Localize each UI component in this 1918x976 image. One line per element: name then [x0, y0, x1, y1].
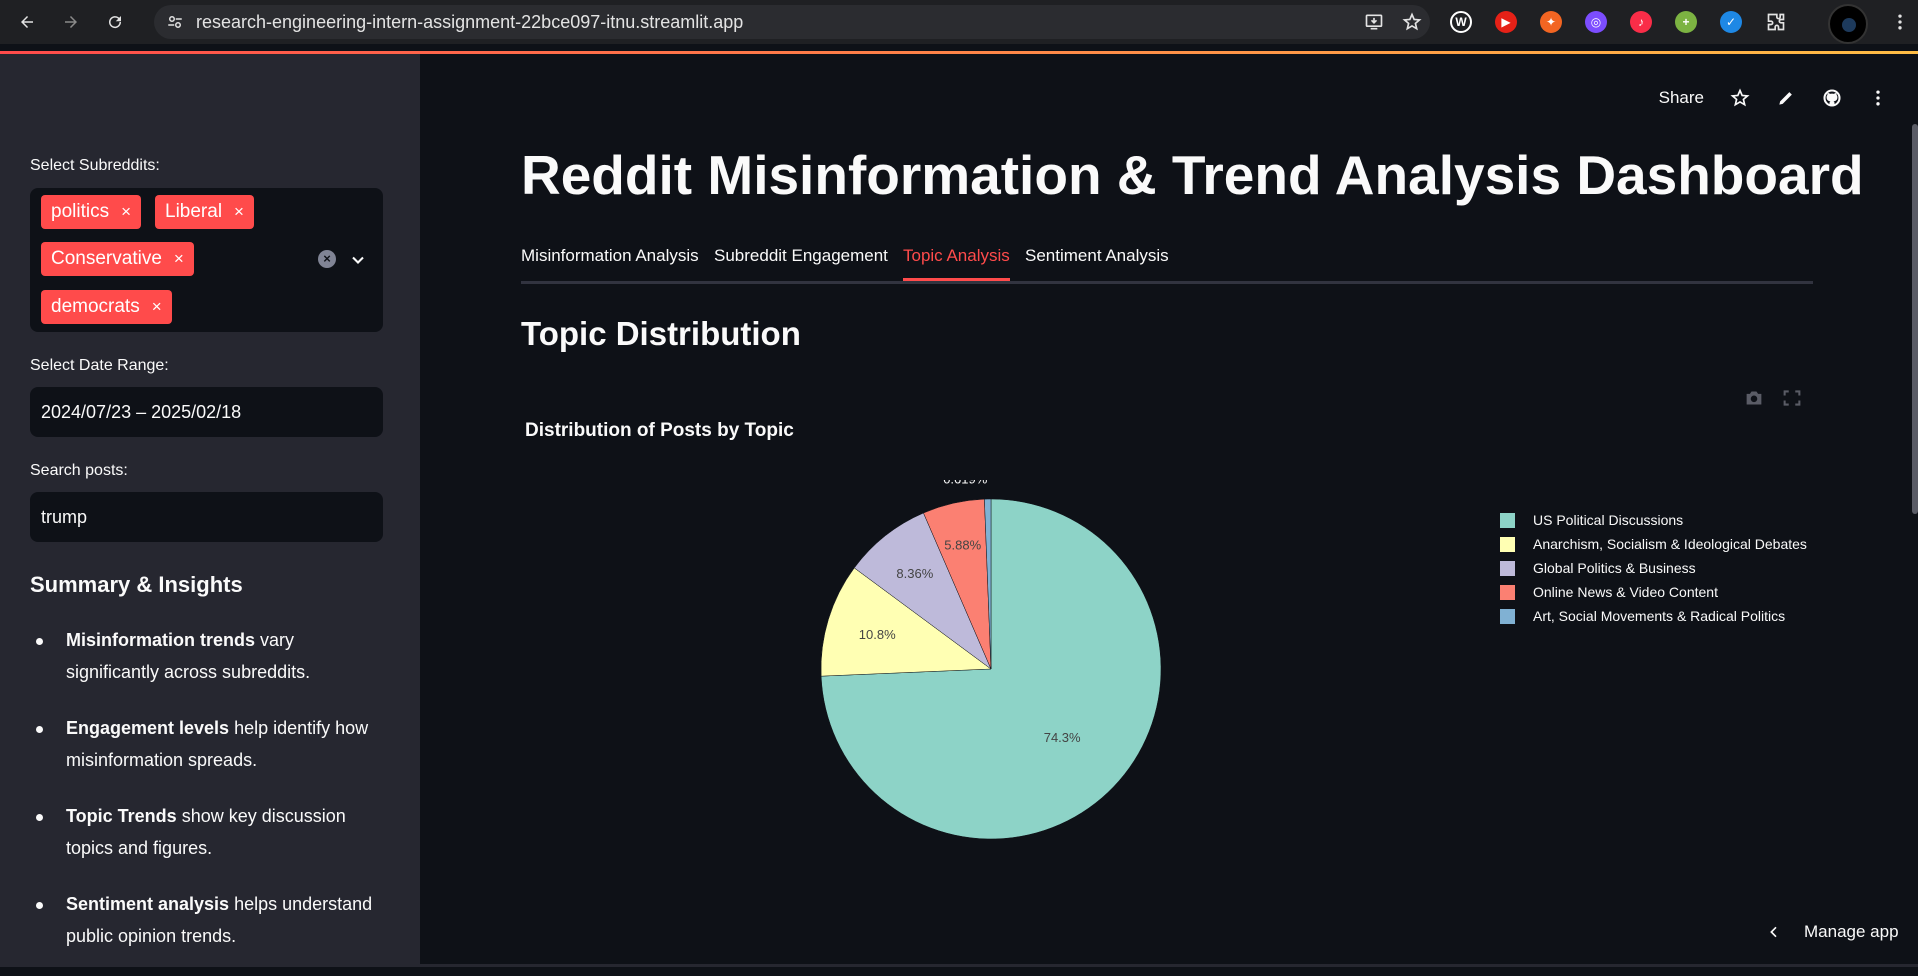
- legend-label: Anarchism, Socialism & Ideological Debat…: [1533, 536, 1807, 552]
- back-button[interactable]: [5, 0, 49, 44]
- chevron-down-icon[interactable]: [348, 250, 368, 270]
- insights-list: Misinformation trends vary significantly…: [30, 624, 390, 976]
- search-label: Search posts:: [30, 462, 128, 479]
- list-item: Sentiment analysis helps understand publ…: [30, 888, 390, 952]
- subreddits-label: Select Subreddits:: [30, 157, 160, 174]
- insights-heading: Summary & Insights: [30, 572, 243, 597]
- legend-item[interactable]: Art, Social Movements & Radical Politics: [1500, 604, 1807, 628]
- profile-avatar[interactable]: [1828, 4, 1868, 44]
- install-app-icon[interactable]: [1364, 12, 1384, 32]
- ext-orange-icon[interactable]: ✦: [1540, 11, 1562, 33]
- subreddit-tag-conservative[interactable]: Conservative ×: [41, 242, 194, 276]
- address-bar[interactable]: research-engineering-intern-assignment-2…: [154, 5, 1430, 39]
- forward-button[interactable]: [49, 0, 93, 44]
- tab-misinformation-analysis[interactable]: Misinformation Analysis: [521, 246, 699, 281]
- pie-data-label: 10.8%: [859, 627, 896, 642]
- extensions-puzzle-icon[interactable]: [1765, 11, 1787, 33]
- tab-bar: Misinformation Analysis Subreddit Engage…: [521, 240, 1813, 284]
- manage-app-button[interactable]: Manage app: [1766, 922, 1899, 942]
- legend-item[interactable]: Global Politics & Business: [1500, 556, 1807, 580]
- pie-data-label: 0.619%: [943, 480, 988, 487]
- reload-button[interactable]: [93, 0, 137, 44]
- app-menu-icon[interactable]: [1868, 88, 1888, 108]
- legend-label: Global Politics & Business: [1533, 560, 1696, 576]
- site-info-icon[interactable]: [158, 5, 192, 39]
- remove-tag-icon[interactable]: ×: [152, 297, 162, 317]
- youtube-icon[interactable]: ▶: [1495, 11, 1517, 33]
- list-item: Topic Trends show key discussion topics …: [30, 800, 390, 864]
- edit-pencil-icon[interactable]: [1776, 88, 1796, 108]
- pie-data-label: 8.36%: [896, 566, 933, 581]
- remove-tag-icon[interactable]: ×: [174, 249, 184, 269]
- arrow-right-icon: [65, 16, 77, 28]
- subreddit-tag-democrats[interactable]: democrats ×: [41, 290, 172, 324]
- ext-blue-icon[interactable]: ✓: [1720, 11, 1742, 33]
- chart-title: Distribution of Posts by Topic: [525, 420, 794, 441]
- date-range-label: Select Date Range:: [30, 357, 169, 374]
- subreddits-multiselect[interactable]: politics × Liberal × Conservative × democra…: [30, 188, 383, 332]
- w-icon[interactable]: W: [1450, 11, 1472, 33]
- arrow-left-icon: [21, 16, 33, 28]
- chart-legend: US Political Discussions Anarchism, Socia…: [1500, 508, 1807, 628]
- share-button[interactable]: Share: [1659, 88, 1704, 108]
- subreddit-tag-politics[interactable]: politics ×: [41, 195, 142, 229]
- scrollbar[interactable]: [1912, 124, 1918, 514]
- search-input[interactable]: trump: [30, 492, 383, 542]
- pie-chart: 74.3% 10.8% 8.36% 5.88% 0.619%: [820, 480, 1162, 840]
- github-icon[interactable]: [1822, 88, 1842, 108]
- legend-swatch: [1500, 608, 1515, 624]
- url-text: research-engineering-intern-assignment-2…: [196, 11, 744, 32]
- camera-icon[interactable]: [1744, 389, 1764, 407]
- chevron-left-icon: [1770, 926, 1777, 938]
- tab-subreddit-engagement[interactable]: Subreddit Engagement: [714, 246, 888, 281]
- subreddit-tag-liberal[interactable]: Liberal ×: [155, 195, 254, 229]
- tab-sentiment-analysis[interactable]: Sentiment Analysis: [1025, 246, 1169, 281]
- star-icon[interactable]: [1730, 88, 1750, 108]
- legend-item[interactable]: US Political Discussions: [1500, 508, 1807, 532]
- section-title: Topic Distribution: [521, 315, 801, 352]
- legend-label: Art, Social Movements & Radical Politics: [1533, 608, 1786, 624]
- legend-swatch: [1500, 512, 1515, 528]
- legend-swatch: [1500, 536, 1515, 552]
- reload-icon: [109, 16, 122, 29]
- browser-toolbar: research-engineering-intern-assignment-2…: [0, 0, 1918, 44]
- legend-swatch: [1500, 560, 1515, 576]
- browser-menu-icon[interactable]: [1890, 12, 1910, 32]
- clear-all-icon[interactable]: ×: [318, 250, 336, 268]
- date-range-input[interactable]: 2024/07/23 – 2025/02/18: [30, 387, 383, 437]
- pie-data-label: 5.88%: [944, 538, 981, 553]
- list-item: Misinformation trends vary significantly…: [30, 624, 390, 688]
- pie-data-label: 74.3%: [1044, 730, 1081, 745]
- ext-purple-icon[interactable]: ◎: [1585, 11, 1607, 33]
- legend-item[interactable]: Anarchism, Socialism & Ideological Debat…: [1500, 532, 1807, 556]
- legend-swatch: [1500, 584, 1515, 600]
- remove-tag-icon[interactable]: ×: [121, 202, 131, 222]
- music-icon[interactable]: ♪: [1630, 11, 1652, 33]
- extensions-area: W ▶ ✦ ◎ ♪ + ✓: [1450, 0, 1787, 44]
- legend-label: US Political Discussions: [1533, 512, 1684, 528]
- list-item: Engagement levels help identify how misi…: [30, 712, 390, 776]
- remove-tag-icon[interactable]: ×: [234, 202, 244, 222]
- chart-toolbar: [1744, 389, 1802, 407]
- app-toolbar: Share: [1659, 78, 1888, 118]
- fullscreen-icon[interactable]: [1782, 389, 1802, 407]
- page-title: Reddit Misinformation & Trend Analysis D…: [521, 144, 1864, 206]
- ext-green-icon[interactable]: +: [1675, 11, 1697, 33]
- legend-label: Online News & Video Content: [1533, 584, 1718, 600]
- legend-item[interactable]: Online News & Video Content: [1500, 580, 1807, 604]
- bookmark-star-icon[interactable]: [1402, 12, 1422, 32]
- tab-topic-analysis[interactable]: Topic Analysis: [903, 246, 1010, 281]
